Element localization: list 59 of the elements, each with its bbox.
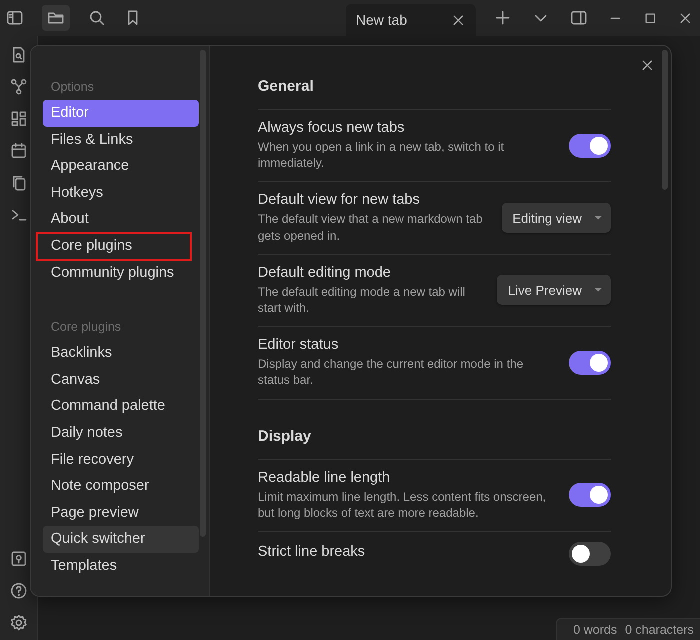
- status-text: 0 words: [573, 623, 618, 637]
- sidebar-item[interactable]: Canvas: [43, 366, 199, 394]
- search-icon[interactable]: [88, 9, 106, 27]
- setting-name: Editor status: [258, 337, 340, 354]
- vault-icon[interactable]: [10, 550, 28, 568]
- sidebar-item[interactable]: Backlinks: [43, 340, 199, 367]
- sidebar-item[interactable]: Files & Links: [43, 126, 199, 154]
- scrollbar[interactable]: [200, 50, 206, 537]
- close-icon[interactable]: [640, 58, 655, 73]
- toggle-switch[interactable]: [569, 350, 611, 375]
- scrollbar[interactable]: [662, 50, 668, 190]
- setting-description: Display and change the current editor mode in the status bar.: [258, 356, 524, 388]
- grid-icon[interactable]: [10, 110, 28, 128]
- sidebar-item[interactable]: Appearance: [43, 153, 199, 180]
- close-icon[interactable]: [451, 12, 466, 28]
- status-text: 0 characters: [625, 623, 694, 637]
- sidebar-heading: Core plugins: [50, 319, 122, 336]
- sidebar-item[interactable]: File recovery: [43, 446, 199, 474]
- sidebar-toggle-icon[interactable]: [6, 9, 24, 27]
- setting-name: Default view for new tabs: [258, 192, 421, 208]
- sidebar-item[interactable]: Command palette: [43, 393, 199, 420]
- toggle-switch[interactable]: [569, 542, 611, 566]
- sidebar-item[interactable]: Quick switcher: [43, 526, 199, 553]
- sidebar-item[interactable]: Daily notes: [43, 420, 199, 447]
- sidebar-item[interactable]: Note composer: [43, 473, 199, 500]
- dropdown[interactable]: Live Preview: [497, 275, 611, 306]
- setting-description: The default view that a new markdown tab gets opened in.: [258, 211, 484, 244]
- section-heading: General: [258, 78, 611, 110]
- setting-name: Default editing mode: [258, 264, 392, 281]
- settings-icon[interactable]: [10, 614, 28, 632]
- close-icon[interactable]: [678, 10, 693, 26]
- help-icon[interactable]: [10, 582, 28, 600]
- setting-name: Always focus new tabs: [258, 120, 406, 136]
- caret-icon: [594, 287, 603, 294]
- sidebar-item[interactable]: Hotkeys: [43, 180, 199, 206]
- caret-icon: [594, 215, 603, 222]
- sidebar-item[interactable]: About: [43, 206, 199, 233]
- calendar-icon[interactable]: [10, 142, 28, 160]
- sidebar-item[interactable]: Page preview: [43, 500, 199, 526]
- sidebar-item[interactable]: Community plugins: [43, 260, 199, 286]
- toggle-switch[interactable]: [569, 134, 611, 158]
- split-view-icon[interactable]: [570, 9, 588, 27]
- tab-title: New tab: [356, 12, 408, 28]
- section-heading: Display: [258, 428, 611, 460]
- dropdown[interactable]: Editing view: [502, 203, 611, 234]
- sidebar-item[interactable]: Core plugins: [37, 232, 191, 260]
- folder-button[interactable]: [42, 5, 70, 31]
- setting-description: The default editing mode a new tab will start with.: [258, 284, 466, 316]
- graph-icon[interactable]: [10, 78, 28, 96]
- sidebar-item[interactable]: Templates: [43, 552, 199, 580]
- setting-description: When you open a link in a new tab, switch to it immediately.: [258, 139, 506, 172]
- sidebar-item[interactable]: Editor: [43, 100, 199, 127]
- toggle-switch[interactable]: [569, 483, 611, 508]
- tab[interactable]: New tab: [346, 4, 476, 36]
- setting-description: Limit maximum line length. Less content fits onscreen, but long blocks of text are more readable.: [258, 488, 548, 521]
- sidebar-heading: Options: [50, 79, 96, 96]
- setting-name: Readable line length: [258, 470, 392, 486]
- setting-name: Strict line breaks: [258, 544, 366, 560]
- plus-icon[interactable]: [494, 9, 512, 27]
